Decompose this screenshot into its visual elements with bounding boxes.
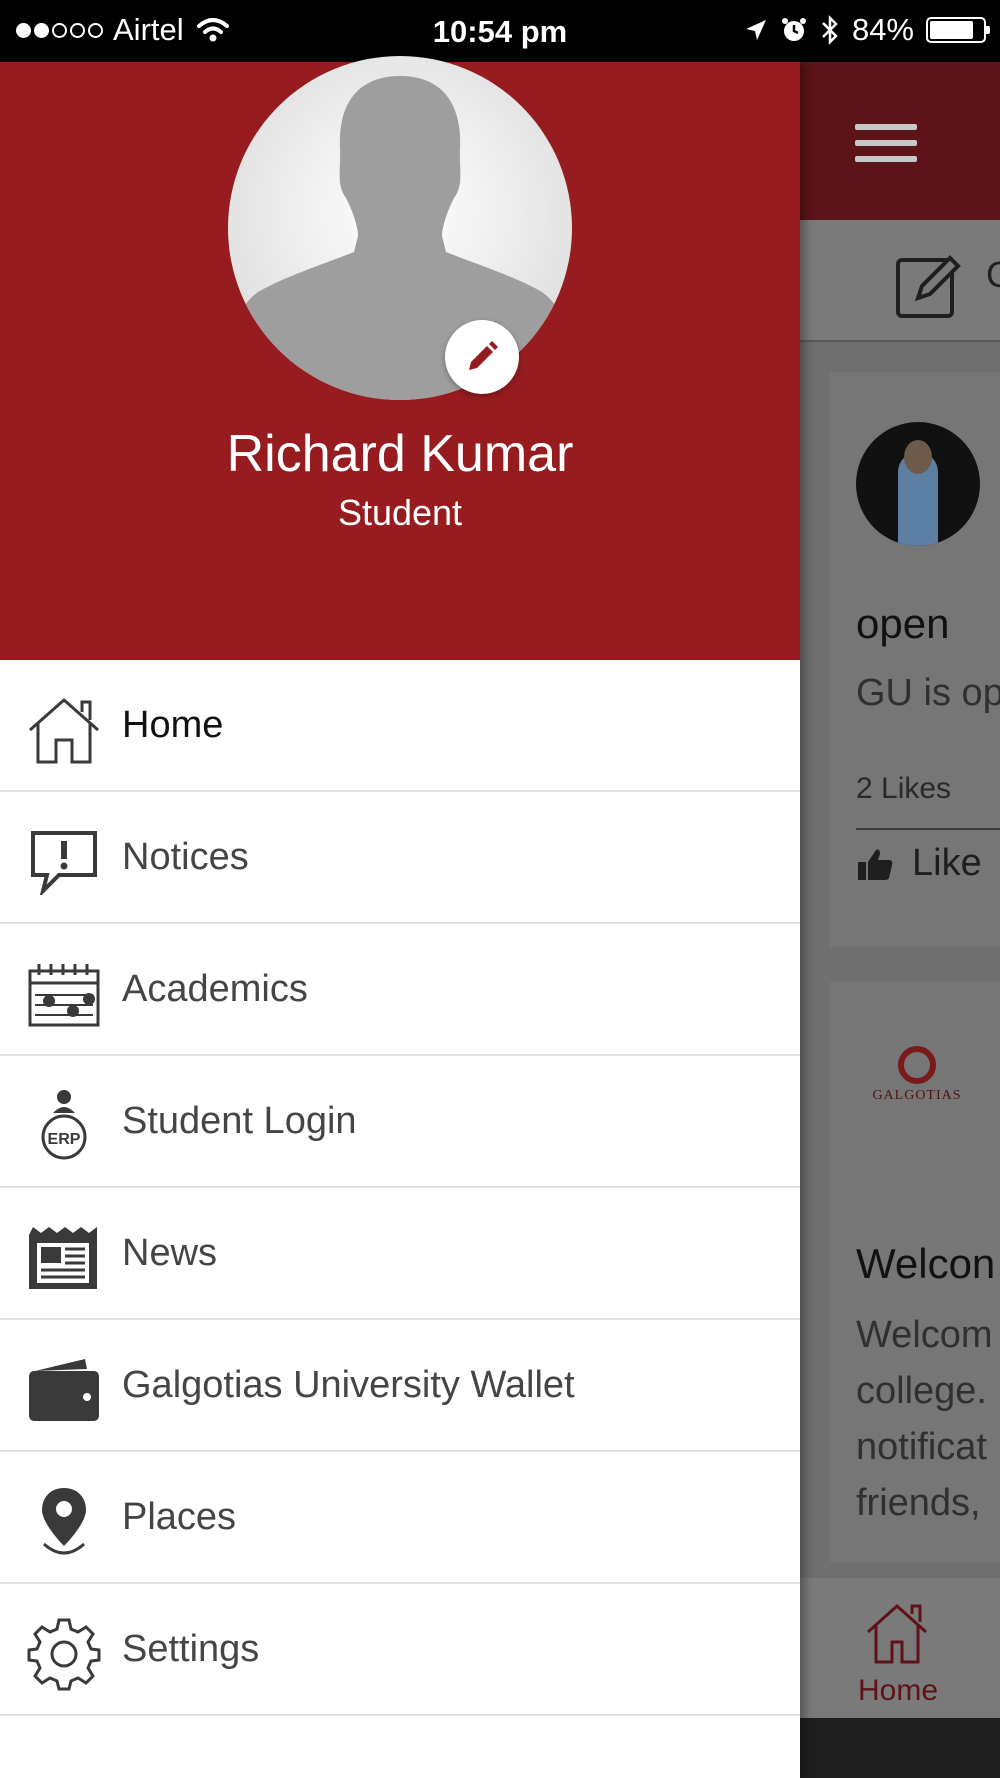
profile-header: Richard Kumar Student (0, 56, 800, 660)
galgotias-logo: GALGOTIAS (872, 1046, 962, 1104)
like-button[interactable]: Like (856, 842, 982, 885)
menu-item-student-login[interactable]: ERP Student Login (0, 1056, 800, 1188)
feed-post[interactable]: open GU is op 2 Likes Like (830, 372, 1000, 947)
pencil-icon (469, 341, 498, 370)
status-right: 84% (744, 12, 990, 48)
post-text: GU is op (856, 672, 1000, 714)
thumbs-up-icon (858, 849, 893, 880)
edit-profile-button[interactable] (445, 320, 519, 394)
battery-percent: 84% (851, 12, 914, 47)
post-divider (856, 828, 1000, 830)
location-arrow-icon (745, 20, 766, 40)
status-bar: Airtel 10:54 pm 84% (0, 0, 1000, 62)
erp-user-icon: ERP (26, 1088, 102, 1164)
wallet-icon (26, 1352, 102, 1428)
menu-item-label: Galgotias University Wallet (122, 1364, 575, 1406)
menu-item-academics[interactable]: Academics (0, 924, 800, 1056)
user-silhouette-icon (232, 76, 568, 400)
svg-text:ERP: ERP (48, 1131, 81, 1148)
menu-item-label: Places (122, 1496, 237, 1538)
menu-item-label: Home (122, 704, 224, 746)
menu-item-news[interactable]: News (0, 1188, 800, 1320)
post-title: Welcon (856, 1240, 996, 1287)
home-icon (26, 692, 102, 768)
menu-item-home[interactable]: Home (0, 660, 800, 792)
compose-icon (896, 255, 961, 318)
newspaper-icon (26, 1220, 102, 1296)
battery-icon (926, 17, 990, 43)
post-text: Welcom college. notificat friends, (856, 1314, 993, 1524)
feed-post[interactable]: GALGOTIAS Welcon Welcom college. notific… (830, 982, 1000, 1562)
menu-item-label: News (122, 1232, 218, 1274)
home-tab-icon[interactable] (862, 1600, 932, 1666)
menu-item-wallet[interactable]: Galgotias University Wallet (0, 1320, 800, 1452)
menu-item-label: Academics (122, 968, 308, 1010)
navigation-drawer: Richard Kumar Student Home Notices Acade… (0, 56, 800, 1778)
bottom-tab-bar: Home (800, 1578, 1000, 1718)
profile-avatar[interactable] (228, 56, 572, 400)
background-feed: C open GU is op 2 Likes Like GALGOTIAS W… (800, 62, 1000, 1778)
menu-item-places[interactable]: Places (0, 1452, 800, 1584)
menu-item-label: Student Login (122, 1100, 357, 1142)
notice-speech-icon (26, 824, 102, 900)
bluetooth-icon (822, 15, 838, 45)
menu-item-settings[interactable]: Settings (0, 1584, 800, 1716)
post-author-avatar (856, 422, 980, 546)
user-role: Student (337, 492, 463, 533)
gear-icon (26, 1616, 102, 1692)
like-label: Like (912, 842, 982, 884)
post-title: open (856, 600, 950, 647)
location-pin-icon (26, 1484, 102, 1560)
menu-item-label: Notices (122, 836, 249, 878)
compose-label: C (986, 254, 1000, 295)
compose-bar[interactable]: C (800, 220, 1000, 342)
user-name: Richard Kumar (226, 425, 574, 483)
post-like-count: 2 Likes (856, 772, 952, 805)
drawer-menu: Home Notices Academics ERP Student Login… (0, 660, 800, 1716)
bottom-bar-strip (800, 1718, 1000, 1778)
app-header (800, 62, 1000, 220)
menu-item-notices[interactable]: Notices (0, 792, 800, 924)
battery-fill (930, 21, 974, 39)
menu-item-label: Settings (122, 1628, 260, 1670)
alarm-icon (781, 18, 806, 41)
hamburger-menu-icon[interactable] (855, 124, 917, 164)
home-tab-label[interactable]: Home (858, 1674, 938, 1708)
calendar-icon (26, 956, 102, 1032)
